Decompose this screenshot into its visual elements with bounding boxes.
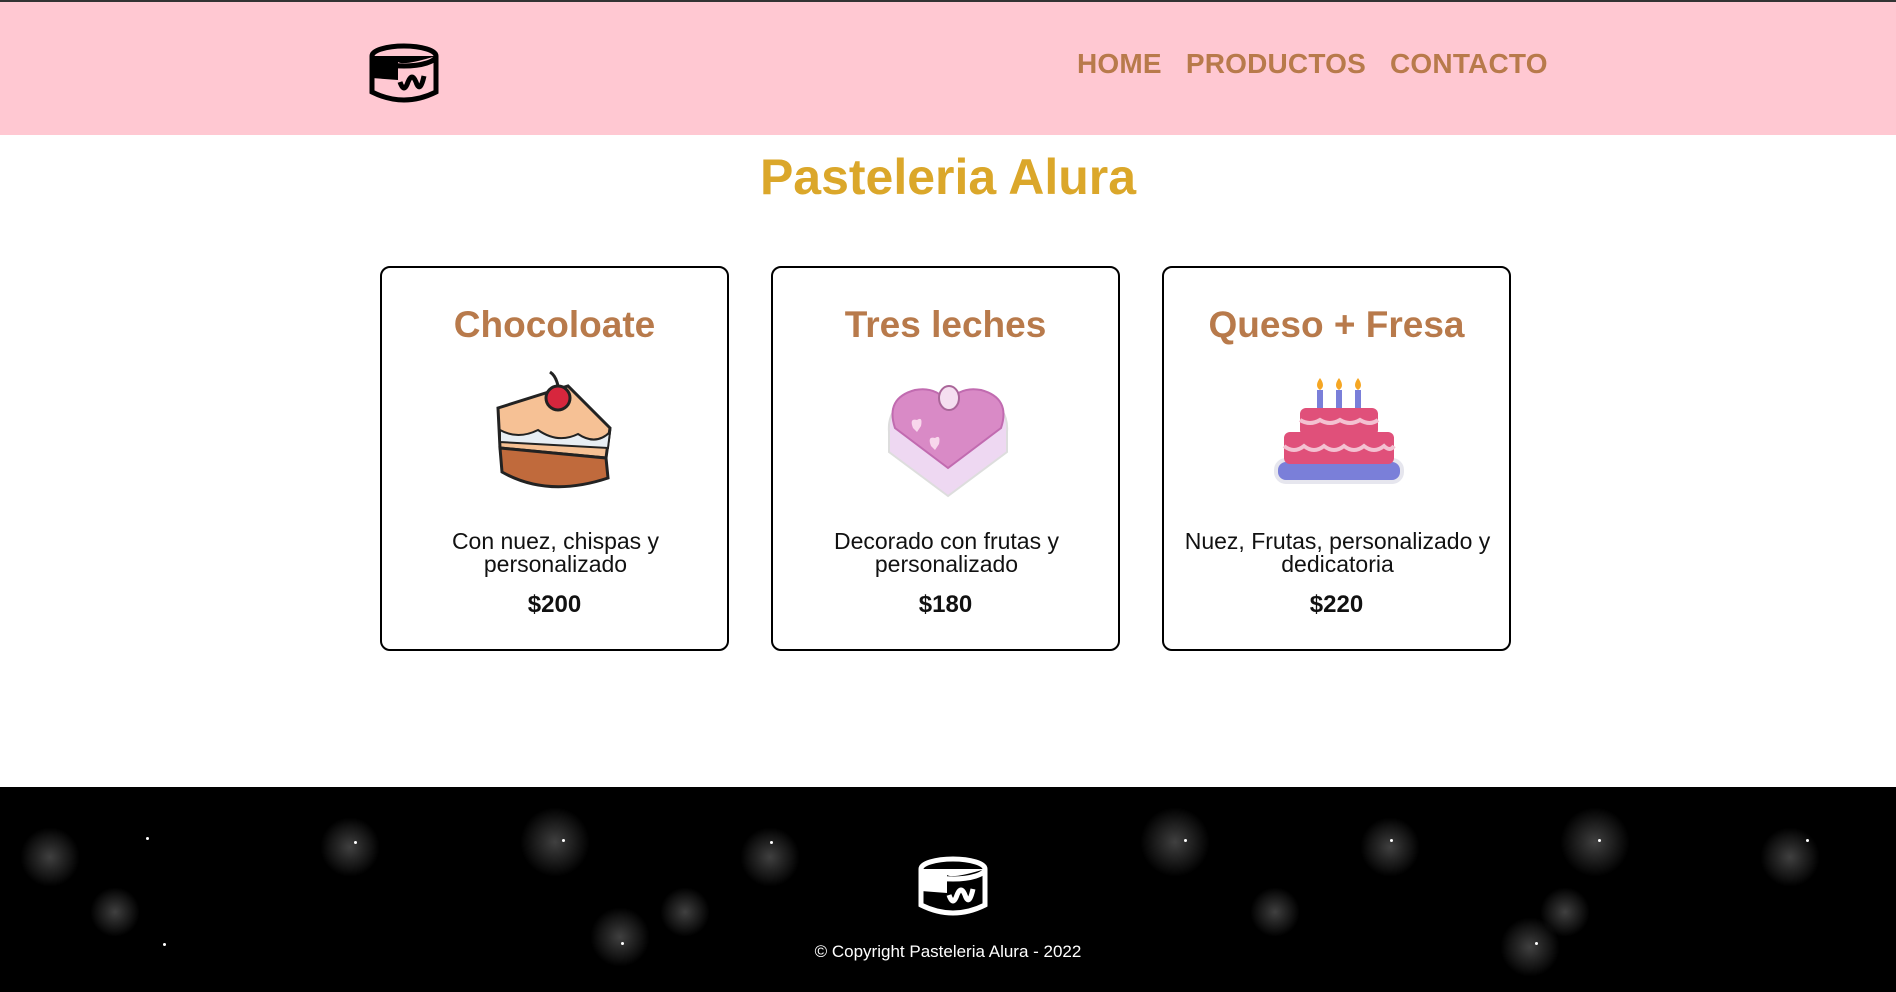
card-description: Nuez, Frutas, personalizado y dedicatori… bbox=[1184, 528, 1491, 577]
nav-home-link[interactable]: HOME bbox=[1077, 48, 1162, 80]
card-description: Con nuez, chispas y personalizado bbox=[451, 528, 660, 577]
product-card-queso-fresa[interactable]: Queso + Fresa Nuez, Frutas, personalizad… bbox=[1162, 266, 1511, 651]
card-title: Tres leches bbox=[844, 304, 1047, 345]
product-cards: Chocoloate Con nuez, chispas y personali… bbox=[380, 266, 1511, 651]
card-description: Decorado con frutas y personalizado bbox=[833, 528, 1059, 577]
copyright-text: © Copyright Pasteleria Alura - 2022 bbox=[814, 942, 1082, 961]
product-card-tres-leches[interactable]: Tres leches Decorado con frutas y person… bbox=[771, 266, 1120, 651]
chocolate-cake-slice-icon bbox=[496, 370, 612, 489]
heart-cake-icon bbox=[887, 385, 1009, 498]
cake-logo-icon[interactable] bbox=[364, 42, 440, 108]
main-nav: HOME PRODUCTOS CONTACTO bbox=[1077, 48, 1548, 80]
nav-contact-link[interactable]: CONTACTO bbox=[1390, 48, 1548, 80]
page-title: Pasteleria Alura bbox=[759, 149, 1137, 205]
nav-products-link[interactable]: PRODUCTOS bbox=[1186, 48, 1366, 80]
card-price: $180 bbox=[918, 591, 973, 618]
product-card-chocolate[interactable]: Chocoloate Con nuez, chispas y personali… bbox=[380, 266, 729, 651]
footer: © Copyright Pasteleria Alura - 2022 bbox=[0, 787, 1896, 992]
cake-logo-icon bbox=[918, 856, 988, 916]
birthday-cake-icon bbox=[1274, 378, 1404, 484]
header: HOME PRODUCTOS CONTACTO bbox=[0, 2, 1896, 135]
card-title: Queso + Fresa bbox=[1208, 304, 1465, 345]
card-price: $220 bbox=[1309, 591, 1364, 618]
card-title: Chocoloate bbox=[453, 304, 656, 345]
card-price: $200 bbox=[527, 591, 582, 618]
